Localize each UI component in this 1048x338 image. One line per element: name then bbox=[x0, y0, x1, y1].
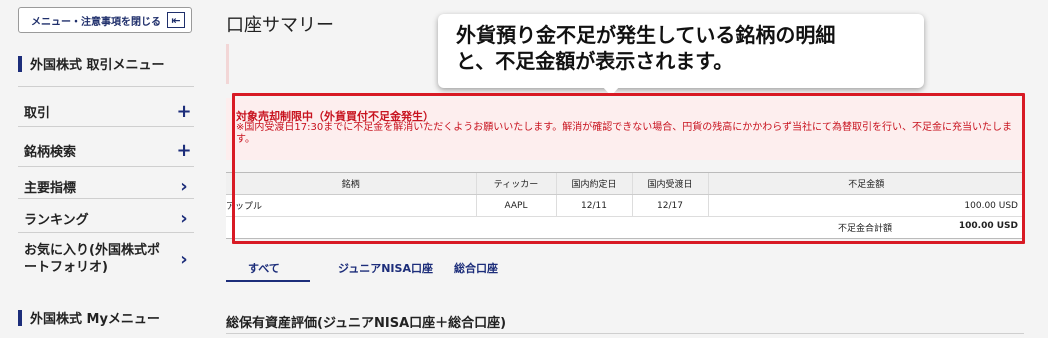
warning-panel: 対象売却制限中（外貨買付不足金発生） ※国内受渡日17:30までに不足金を解消い… bbox=[226, 98, 1024, 160]
cell-name: アップル bbox=[226, 194, 476, 217]
callout-line2: と、不足金額が表示されます。 bbox=[456, 49, 734, 73]
chevron-right-icon: › bbox=[180, 176, 188, 197]
account-tabs: すべて ジュニアNISA口座 総合口座 bbox=[226, 258, 1024, 282]
plus-icon: + bbox=[176, 140, 192, 161]
sidebar: メニュー・注意事項を閉じる ⇤ 外国株式 取引メニュー 取引 + 銘柄検索 + … bbox=[0, 0, 200, 338]
heading-accent-bar bbox=[18, 55, 22, 72]
tab-active-indicator bbox=[226, 280, 310, 282]
callout-line1: 外貨預り金不足が発生している銘柄の明細 bbox=[456, 23, 836, 47]
cell-ticker: AAPL bbox=[475, 194, 556, 217]
cell-settle-date: 12/17 bbox=[631, 194, 708, 217]
sidebar-item-label: ランキング bbox=[24, 213, 89, 228]
divider bbox=[18, 232, 194, 233]
divider bbox=[226, 333, 1024, 334]
divider bbox=[18, 166, 194, 167]
collapse-left-icon: ⇤ bbox=[167, 12, 185, 28]
column-header-ticker: ティッカー bbox=[475, 172, 556, 195]
divider bbox=[18, 86, 194, 87]
cell-trade-date: 12/11 bbox=[555, 194, 632, 217]
cell-amount: 100.00 USD bbox=[707, 194, 1024, 217]
column-header-name: 銘柄 bbox=[226, 172, 476, 195]
favorites-label-line2: ートフォリオ) bbox=[24, 260, 108, 275]
callout-tail bbox=[602, 86, 620, 96]
sidebar-item-ranking[interactable]: ランキング › bbox=[24, 208, 194, 229]
total-value: 100.00 USD bbox=[958, 221, 1018, 231]
column-header-trade-date: 国内約定日 bbox=[555, 172, 632, 195]
total-row: 不足金合計額 100.00 USD bbox=[226, 216, 1024, 239]
page-title: 口座サマリー bbox=[226, 15, 334, 36]
sidebar-item-label: 銘柄検索 bbox=[24, 145, 77, 160]
close-menu-label: メニュー・注意事項を閉じる bbox=[31, 16, 161, 28]
trade-menu-heading: 外国株式 取引メニュー bbox=[18, 54, 165, 73]
chevron-right-icon: › bbox=[180, 248, 188, 270]
sidebar-item-favorites[interactable]: お気に入り(外国株式ポ ートフォリオ) › bbox=[24, 242, 194, 276]
my-menu-heading: 外国株式 Myメニュー bbox=[18, 308, 160, 327]
section-heading: 総保有資産評価(ジュニアNISA口座＋総合口座) bbox=[226, 316, 507, 331]
sidebar-item-trade[interactable]: 取引 + bbox=[24, 101, 194, 122]
favorites-label-line1: お気に入り(外国株式ポ bbox=[24, 243, 160, 258]
sidebar-item-label: お気に入り(外国株式ポ ートフォリオ) bbox=[24, 242, 160, 276]
tab-general-account[interactable]: 総合口座 bbox=[454, 260, 498, 276]
total-spacer bbox=[226, 216, 708, 239]
accent-bar bbox=[226, 44, 229, 84]
sidebar-item-stock-search[interactable]: 銘柄検索 + bbox=[24, 140, 194, 161]
chevron-right-icon: › bbox=[180, 208, 188, 229]
table-row: アップル AAPL 12/11 12/17 100.00 USD bbox=[226, 194, 1024, 217]
column-header-amount: 不足金額 bbox=[707, 172, 1024, 195]
warning-text: ※国内受渡日17:30までに不足金を解消いただくようお願いいたします。解消が確認… bbox=[236, 122, 1012, 145]
divider bbox=[18, 126, 194, 127]
total-label: 不足金合計額 bbox=[838, 224, 893, 234]
my-menu-heading-text: 外国株式 Myメニュー bbox=[30, 312, 160, 327]
divider bbox=[18, 198, 194, 199]
tab-junior-nisa[interactable]: ジュニアNISA口座 bbox=[338, 260, 433, 276]
column-header-settle-date: 国内受渡日 bbox=[631, 172, 708, 195]
heading-accent-bar bbox=[18, 309, 22, 326]
close-menu-button[interactable]: メニュー・注意事項を閉じる ⇤ bbox=[18, 7, 192, 33]
main-content: 口座サマリー 外貨預り金不足が発生している銘柄の明細 と、不足金額が表示されます… bbox=[200, 0, 1048, 338]
sidebar-item-key-indicators[interactable]: 主要指標 › bbox=[24, 176, 194, 197]
sidebar-item-label: 取引 bbox=[24, 106, 51, 121]
annotation-callout: 外貨預り金不足が発生している銘柄の明細 と、不足金額が表示されます。 bbox=[438, 14, 924, 88]
trade-menu-heading-text: 外国株式 取引メニュー bbox=[30, 58, 165, 73]
tab-all[interactable]: すべて bbox=[248, 260, 280, 276]
total-cell: 不足金合計額 100.00 USD bbox=[708, 216, 1024, 239]
sidebar-item-label: 主要指標 bbox=[24, 181, 77, 196]
shortfall-table: 銘柄 ティッカー 国内約定日 国内受渡日 不足金額 アップル AAPL 12/1… bbox=[226, 172, 1024, 239]
plus-icon: + bbox=[176, 101, 192, 122]
